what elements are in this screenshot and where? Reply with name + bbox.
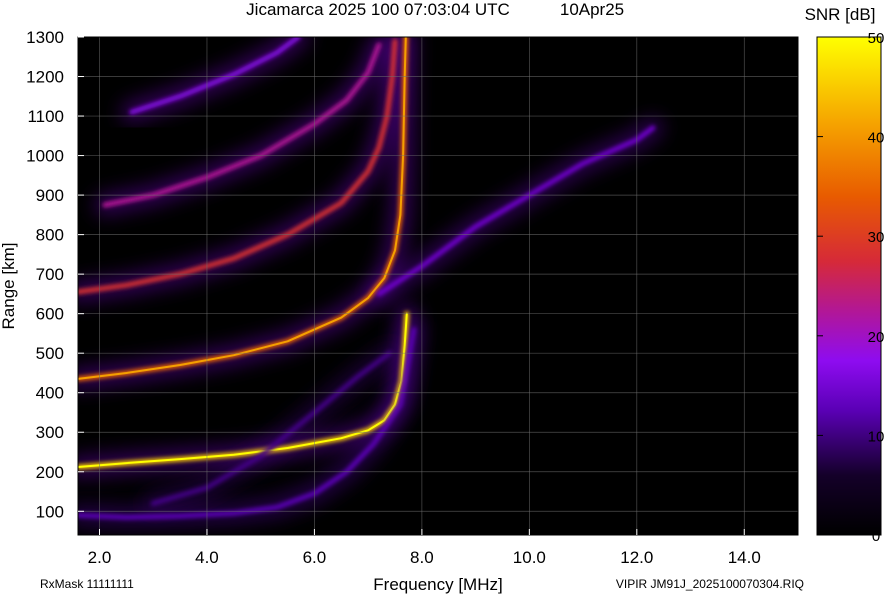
y-tick-label: 500 [36,344,64,363]
y-tick-label: 100 [36,502,64,521]
footer-file: VIPIR JM91J_2025100070304.RIQ [616,577,804,591]
colorbar-label: SNR [dB] [805,5,876,24]
x-tick-label: 2.0 [88,548,112,567]
y-axis-label: Range [km] [0,243,18,330]
y-tick-label: 700 [36,265,64,284]
y-tick-label: 300 [36,423,64,442]
x-axis-label: Frequency [MHz] [373,575,502,594]
x-tick-label: 8.0 [410,548,434,567]
x-tick-label: 4.0 [195,548,219,567]
y-tick-label: 1200 [26,68,64,87]
ionogram-chart: Jicamarca 2025 100 07:03:04 UTC 10Apr25 … [0,0,884,594]
y-tick-label: 1000 [26,147,64,166]
colorbar-tick-label: 50 [868,30,884,47]
colorbar-tick-label: 10 [868,428,884,445]
colorbar-tick-label: 20 [868,329,884,346]
colorbar-tick-label: 0 [872,528,880,545]
y-tick-label: 900 [36,186,64,205]
x-tick-label: 10.0 [513,548,546,567]
footer-rxmask: RxMask 11111111 [40,577,134,591]
y-tick-label: 800 [36,226,64,245]
y-tick-label: 200 [36,463,64,482]
x-tick-label: 14.0 [728,548,761,567]
y-tick-label: 1100 [27,107,64,126]
colorbar [816,36,882,536]
chart-title: Jicamarca 2025 100 07:03:04 UTC [246,0,510,19]
y-tick-label: 400 [36,384,64,403]
x-tick-label: 12.0 [620,548,653,567]
y-tick-label: 1300 [26,28,64,47]
colorbar-tick-label: 40 [868,130,884,147]
x-tick-label: 6.0 [303,548,327,567]
y-axis: 100 200 300 400 500 600 700 800 900 1000 1100 1200 1… [26,28,84,521]
colorbar-tick-label: 30 [868,229,884,246]
chart-date: 10Apr25 [560,0,624,19]
y-tick-label: 600 [36,305,64,324]
